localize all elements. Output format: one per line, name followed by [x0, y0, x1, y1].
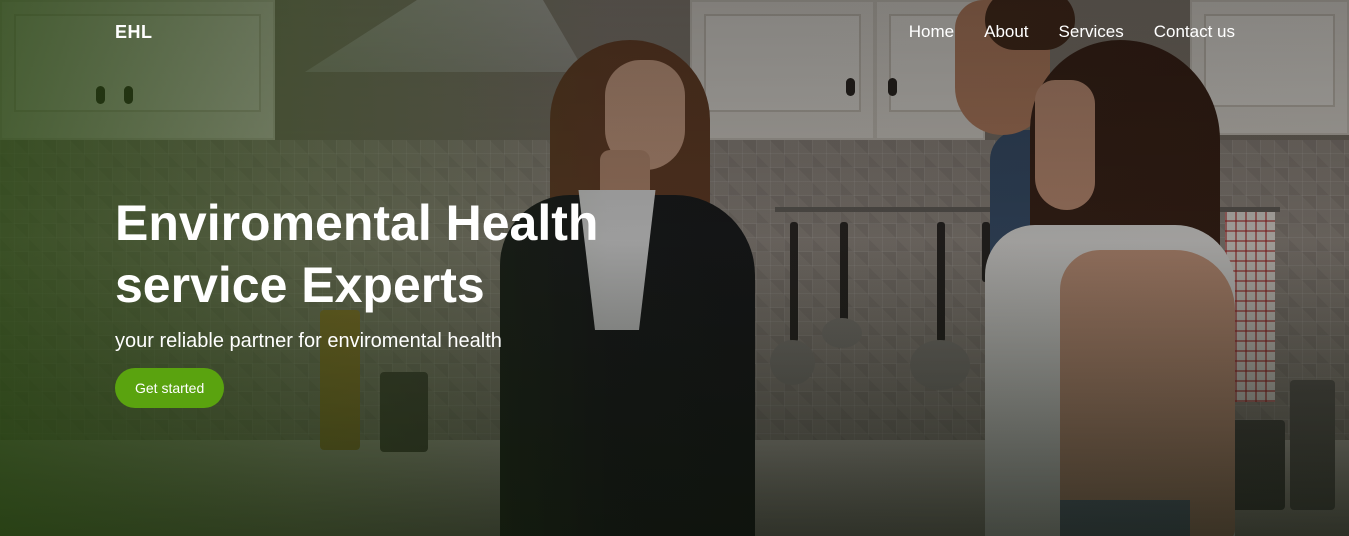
hero-title-line-1: Enviromental Health [115, 195, 599, 251]
nav-about[interactable]: About [984, 22, 1028, 42]
hero-subtitle: your reliable partner for enviromental h… [115, 330, 502, 352]
brand-logo[interactable]: EHL [115, 22, 153, 43]
hero-title-line-2: service Experts [115, 257, 485, 313]
nav-home[interactable]: Home [909, 22, 954, 42]
hero-title: Enviromental Health service Experts [115, 192, 675, 316]
get-started-button[interactable]: Get started [115, 368, 225, 408]
navbar: EHL Home About Services Contact us [0, 0, 1349, 64]
nav-links: Home About Services Contact us [909, 22, 1235, 42]
hero-content: Enviromental Health service Experts your… [115, 192, 675, 408]
nav-services[interactable]: Services [1059, 22, 1124, 42]
nav-contact-us[interactable]: Contact us [1154, 22, 1235, 42]
hero-section: EHL Home About Services Contact us Envir… [0, 0, 1349, 536]
